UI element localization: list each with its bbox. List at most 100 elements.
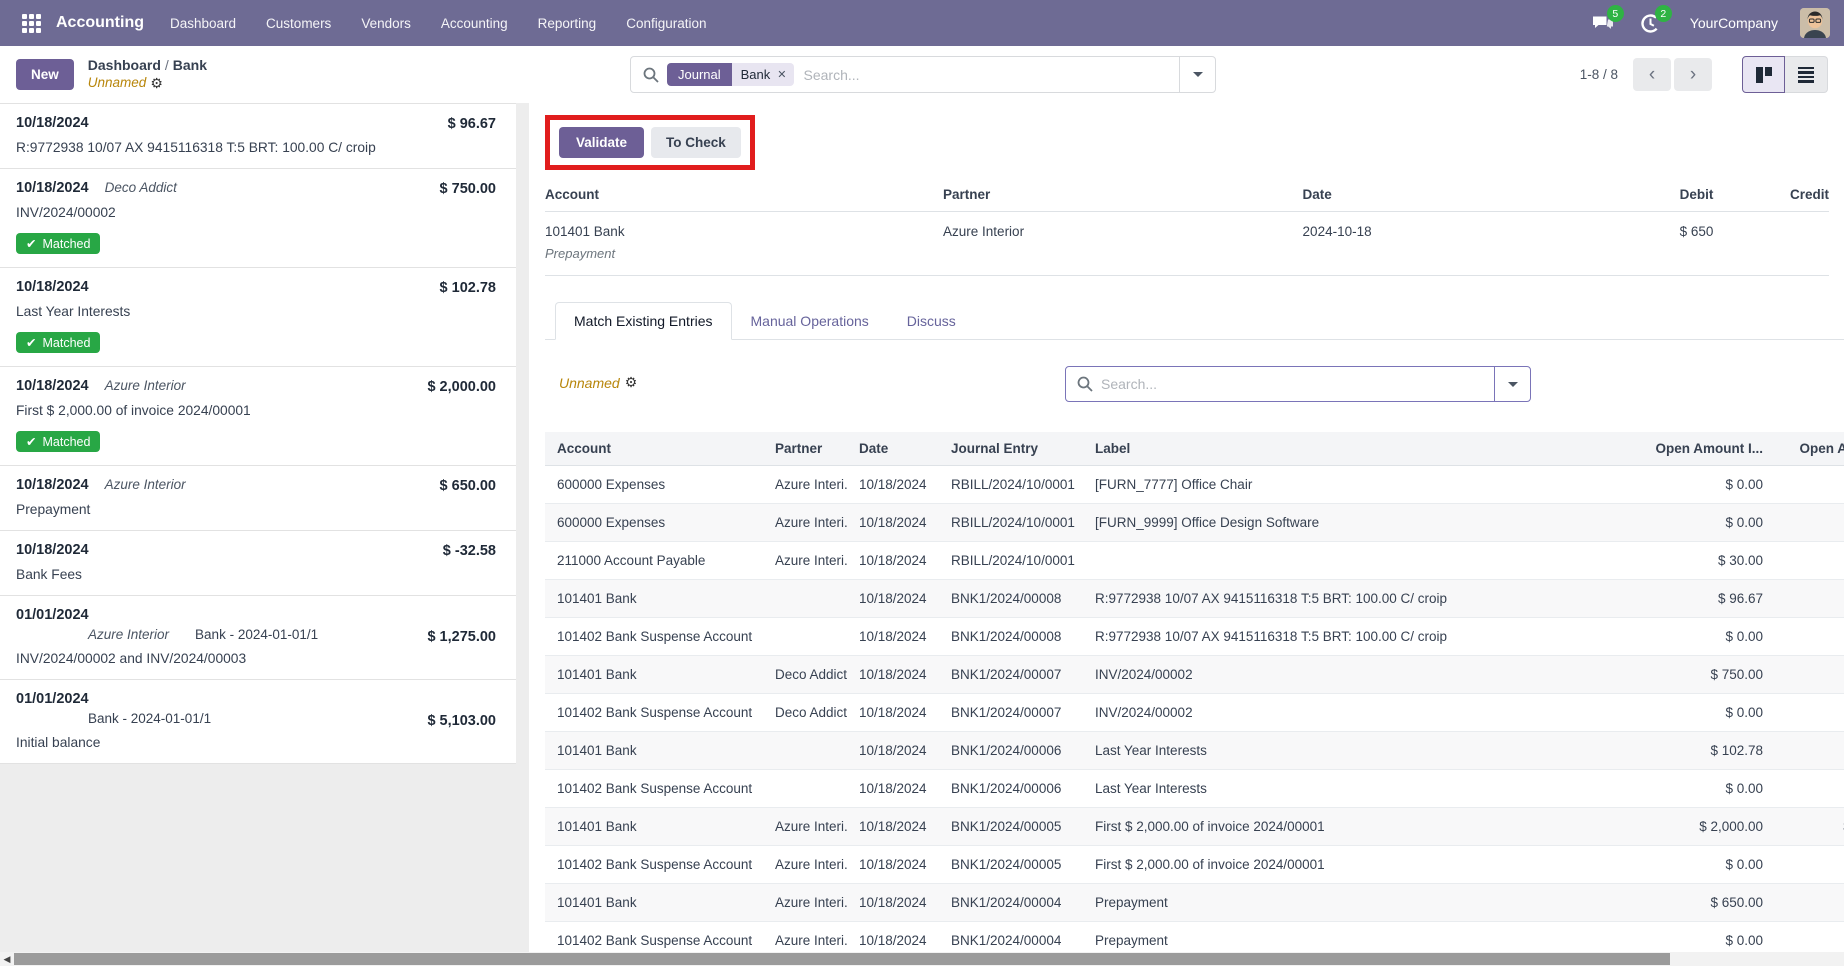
entry-row[interactable]: 101401 Bank Prepayment Azure Interior 20… [545,212,1829,276]
match-date: 10/18/2024 [847,618,939,656]
entry-credit [1713,212,1829,276]
match-journal-entry: BNK1/2024/00007 [939,656,1083,694]
facet-remove-icon[interactable]: ✕ [777,68,786,81]
match-journal-entry: BNK1/2024/00008 [939,580,1083,618]
menu-configuration[interactable]: Configuration [626,16,706,31]
match-table-row[interactable]: 101401 Bank Azure Interi... 10/18/2024 B… [545,884,1844,922]
statement-line-card[interactable]: 10/18/2024 $ 102.78 Last Year Interests … [0,268,516,367]
match-open-amount: $ 0.00 [1631,922,1775,953]
match-date: 10/18/2024 [847,770,939,808]
statement-line-card[interactable]: 10/18/2024 $ 96.67 R:9772938 10/07 AX 94… [0,103,516,169]
user-avatar[interactable] [1800,8,1830,38]
pager-next-button[interactable]: › [1674,58,1712,91]
tab-manual-operations[interactable]: Manual Operations [732,302,888,339]
match-table-row[interactable]: 101401 Bank 10/18/2024 BNK1/2024/00006 L… [545,732,1844,770]
match-table-row[interactable]: 101401 Bank 10/18/2024 BNK1/2024/00008 R… [545,580,1844,618]
app-title[interactable]: Accounting [56,14,144,32]
match-col-label[interactable]: Label [1083,432,1631,466]
search-dropdown-toggle[interactable] [1179,57,1215,92]
entry-col-account: Account [545,178,943,212]
company-name[interactable]: YourCompany [1690,15,1778,31]
statement-line-card[interactable]: 10/18/2024 Azure Interior $ 2,000.00 Fir… [0,367,516,466]
statement-line-card[interactable]: 10/18/2024 $ -32.58 Bank Fees [0,531,516,596]
match-table-row[interactable]: 101401 Bank Deco Addict 10/18/2024 BNK1/… [545,656,1844,694]
match-account: 101402 Bank Suspense Account [545,694,763,732]
match-col-open-amount[interactable]: Open Amount I... [1631,432,1775,466]
menu-accounting[interactable]: Accounting [441,16,508,31]
match-open-amount: $ 0.00 [1631,694,1775,732]
match-open-amount-currency: $ 0.00 [1775,770,1844,808]
match-col-journal-entry[interactable]: Journal Entry [939,432,1083,466]
statement-amount: $ 1,275.00 [427,629,496,645]
match-account: 101402 Bank Suspense Account [545,922,763,953]
check-icon: ✔ [26,236,36,251]
tab-match-existing-entries[interactable]: Match Existing Entries [555,302,732,340]
match-col-partner[interactable]: Partner [763,432,847,466]
horizontal-scrollbar[interactable]: ◀ [0,952,1844,966]
match-journal-entry: BNK1/2024/00005 [939,846,1083,884]
match-col-date[interactable]: Date [847,432,939,466]
match-open-amount: $ 750.00 [1631,656,1775,694]
match-open-amount-currency: $ 0.00 [1775,466,1844,504]
match-open-amount-currency: $ 0.00 [1775,618,1844,656]
match-label: Last Year Interests [1083,732,1631,770]
match-col-account[interactable]: Account [545,432,763,466]
match-table-row[interactable]: 101401 Bank Azure Interi... 10/18/2024 B… [545,808,1844,846]
statement-date: 10/18/2024 [16,542,89,558]
statement-label: First $ 2,000.00 of invoice 2024/00001 [16,403,436,418]
match-table-row[interactable]: 101402 Bank Suspense Account 10/18/2024 … [545,618,1844,656]
match-table-row[interactable]: 211000 Account Payable Azure Interi... 1… [545,542,1844,580]
match-table-row[interactable]: 101402 Bank Suspense Account Deco Addict… [545,694,1844,732]
scrollbar-left-arrow-icon[interactable]: ◀ [1,952,13,966]
list-view-button[interactable] [1785,56,1828,93]
statement-amount: $ 96.67 [448,116,496,132]
match-open-amount: $ 0.00 [1631,504,1775,542]
menu-vendors[interactable]: Vendors [361,16,411,31]
statement-label: INV/2024/00002 and INV/2024/00003 [16,651,436,666]
messages-button[interactable]: 5 [1590,11,1616,35]
match-search-input[interactable] [1101,376,1494,392]
breadcrumb-dashboard[interactable]: Dashboard [88,57,161,73]
match-account: 211000 Account Payable [545,542,763,580]
statement-partner: Azure Interior [105,477,186,492]
menu-reporting[interactable]: Reporting [538,16,597,31]
match-table-row[interactable]: 600000 Expenses Azure Interi... 10/18/20… [545,466,1844,504]
breadcrumb-bank[interactable]: Bank [173,57,207,73]
new-button[interactable]: New [16,59,74,90]
apps-menu-button[interactable] [14,6,48,40]
kanban-view-button[interactable] [1742,56,1785,93]
activities-button[interactable]: 2 [1638,11,1664,35]
match-search-dropdown-toggle[interactable] [1494,367,1530,401]
match-record-name: Unnamed [559,375,620,391]
match-open-amount: $ 0.00 [1631,846,1775,884]
statement-partner: Deco Addict [105,180,177,195]
scrollbar-thumb[interactable] [14,953,1670,965]
match-account: 101401 Bank [545,808,763,846]
statement-lines-panel: 10/18/2024 $ 96.67 R:9772938 10/07 AX 94… [0,103,516,952]
statement-amount: $ 102.78 [440,280,496,296]
statement-line-card[interactable]: 01/01/2024 Bank - 2024-01-01/1 $ 5,103.0… [0,680,516,764]
match-col-open-amount-currency[interactable]: Open Amount I... [1775,432,1844,466]
match-table-row[interactable]: 101402 Bank Suspense Account 10/18/2024 … [545,770,1844,808]
menu-customers[interactable]: Customers [266,16,331,31]
matched-badge-label: Matched [42,435,90,449]
match-table-row[interactable]: 101402 Bank Suspense Account Azure Inter… [545,922,1844,953]
match-partner: Azure Interi... [763,922,847,953]
validate-button[interactable]: Validate [559,127,644,158]
match-account: 600000 Expenses [545,466,763,504]
match-table-row[interactable]: 600000 Expenses Azure Interi... 10/18/20… [545,504,1844,542]
statement-line-card[interactable]: 10/18/2024 Azure Interior $ 650.00 Prepa… [0,466,516,531]
to-check-button[interactable]: To Check [651,127,741,158]
entry-account-label: Prepayment [545,246,943,261]
search-input[interactable] [804,67,1180,83]
gear-icon[interactable]: ⚙ [625,374,638,391]
statement-line-card[interactable]: 10/18/2024 Deco Addict $ 750.00 INV/2024… [0,169,516,268]
menu-dashboard[interactable]: Dashboard [170,16,236,31]
matched-badge-label: Matched [42,237,90,251]
match-table-row[interactable]: 101402 Bank Suspense Account Azure Inter… [545,846,1844,884]
gear-icon[interactable]: ⚙ [150,75,163,93]
tab-discuss[interactable]: Discuss [888,302,975,339]
pager-previous-button[interactable]: ‹ [1633,58,1671,91]
match-open-amount-currency: $ 96.67 [1775,580,1844,618]
statement-line-card[interactable]: 01/01/2024 Azure Interior Bank - 2024-01… [0,596,516,680]
